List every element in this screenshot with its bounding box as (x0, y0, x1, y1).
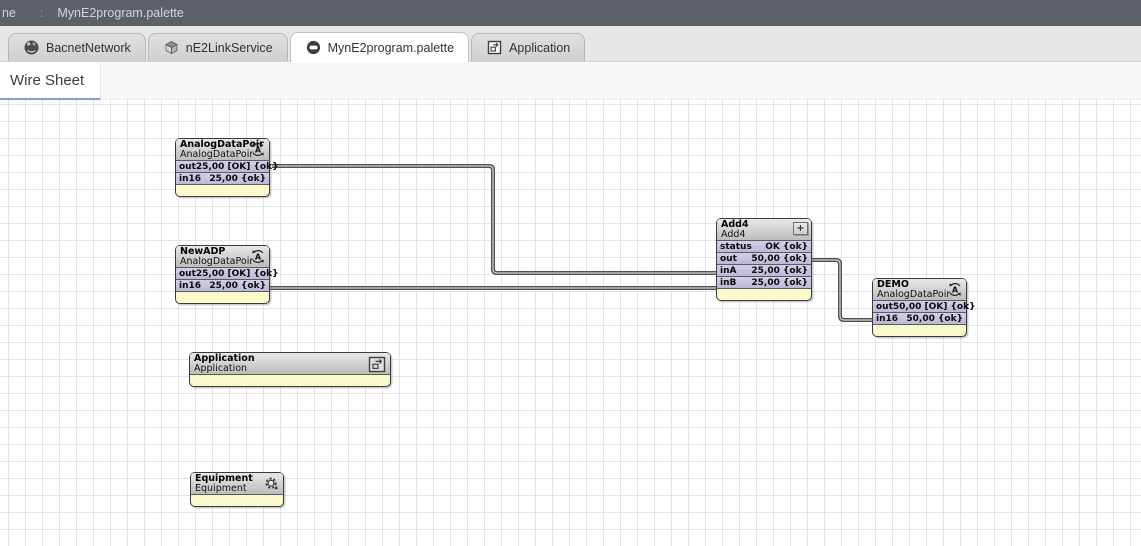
svg-text:A: A (255, 146, 262, 155)
block-demo[interactable]: DEMO AnalogDataPoir A out50,00 [OK] {ok}… (872, 278, 967, 337)
slot-value: 25,00 [OK] {ok} (196, 269, 279, 279)
slot-label: out (720, 254, 737, 264)
slot-value: 50,00 {ok} (751, 254, 808, 264)
block-analogdatapoint[interactable]: AnalogDataPoir AnalogDataPoir A out25,00… (175, 138, 270, 197)
block-subtitle: Application (194, 364, 386, 374)
analog-point-icon: A (250, 142, 266, 157)
tab-wire-sheet[interactable]: Wire Sheet (0, 63, 101, 101)
application-icon (486, 39, 503, 56)
slot-row[interactable]: inB 25,00 {ok} (717, 277, 811, 289)
block-footer (190, 375, 390, 386)
slot-label: in16 (179, 174, 201, 184)
slot-row[interactable]: out25,00 [OK] {ok} (176, 161, 269, 173)
slot-row[interactable]: out 50,00 {ok} (717, 253, 811, 265)
slot-row[interactable]: status OK {ok} (717, 241, 811, 253)
tab-application[interactable]: Application (471, 33, 585, 61)
slot-label: in16 (876, 314, 898, 324)
slot-label: out (179, 162, 196, 172)
title-bar: ne : MynE2program.palette (0, 0, 1141, 26)
slot-row[interactable]: out25,00 [OK] {ok} (176, 268, 269, 280)
slot-row[interactable]: inA 25,00 {ok} (717, 265, 811, 277)
titlebar-separator: : (40, 6, 43, 20)
wire-sheet-canvas[interactable]: AnalogDataPoir AnalogDataPoir A out25,00… (0, 100, 1141, 546)
slot-value: 50,00 [OK] {ok} (893, 302, 976, 312)
wire-layer (0, 100, 1141, 546)
titlebar-left-text: ne (2, 6, 16, 20)
block-newadp[interactable]: NewADP AnalogDataPoir A out25,00 [OK] {o… (175, 245, 270, 304)
slot-value: 25,00 {ok} (209, 281, 266, 291)
document-tab-bar: BacnetNetwork nE2LinkService MynE2progra… (0, 26, 1141, 62)
slot-label: inA (720, 266, 736, 276)
tab-ne2linkservice[interactable]: nE2LinkService (148, 33, 288, 61)
application-icon (367, 356, 387, 373)
slot-row[interactable]: out50,00 [OK] {ok} (873, 301, 966, 313)
view-tab-band: Wire Sheet (0, 62, 1141, 100)
palette-ring-icon (305, 39, 322, 56)
analog-point-icon: A (947, 282, 963, 297)
analog-point-icon: A (250, 249, 266, 264)
bacnet-device-icon (23, 39, 40, 56)
slot-value: 25,00 {ok} (751, 278, 808, 288)
wire-add4-out-to-demo-in16[interactable] (811, 260, 872, 320)
slot-row[interactable]: in16 50,00 {ok} (873, 313, 966, 325)
svg-text:A: A (255, 253, 262, 262)
titlebar-document-name: MynE2program.palette (57, 6, 183, 20)
slot-row[interactable]: in16 25,00 {ok} (176, 280, 269, 292)
block-footer (176, 185, 269, 196)
block-footer (717, 289, 811, 300)
block-footer (176, 292, 269, 303)
slot-label: status (720, 242, 752, 252)
block-footer (191, 495, 283, 506)
slot-label: in16 (179, 281, 201, 291)
slot-row[interactable]: in16 25,00 {ok} (176, 173, 269, 185)
slot-value: 25,00 {ok} (751, 266, 808, 276)
block-add4[interactable]: Add4 Add4 + statusOK {ok}out50,00 {ok}in… (716, 218, 812, 301)
block-footer (873, 325, 966, 336)
tab-label: nE2LinkService (186, 41, 273, 55)
block-equipment[interactable]: Equipment Equipment (190, 472, 284, 507)
gear-icon (263, 476, 280, 492)
tab-label: Application (509, 41, 570, 55)
cube-icon (163, 39, 180, 56)
tab-bacnetnetwork[interactable]: BacnetNetwork (8, 33, 146, 61)
slot-label: out (876, 302, 893, 312)
tab-label: BacnetNetwork (46, 41, 131, 55)
slot-value: 25,00 [OK] {ok} (196, 162, 279, 172)
slot-value: 50,00 {ok} (906, 314, 963, 324)
slot-label: inB (720, 278, 736, 288)
slot-value: OK {ok} (765, 242, 808, 252)
plus-box-icon: + (793, 222, 808, 235)
tab-label: MynE2program.palette (328, 41, 454, 55)
wire-adp1-out-to-add4-inA[interactable] (272, 166, 716, 273)
slot-value: 25,00 {ok} (209, 174, 266, 184)
slot-label: out (179, 269, 196, 279)
svg-text:A: A (952, 286, 959, 295)
tab-myne2program-palette[interactable]: MynE2program.palette (290, 32, 469, 62)
block-application[interactable]: Application Application (189, 352, 391, 387)
